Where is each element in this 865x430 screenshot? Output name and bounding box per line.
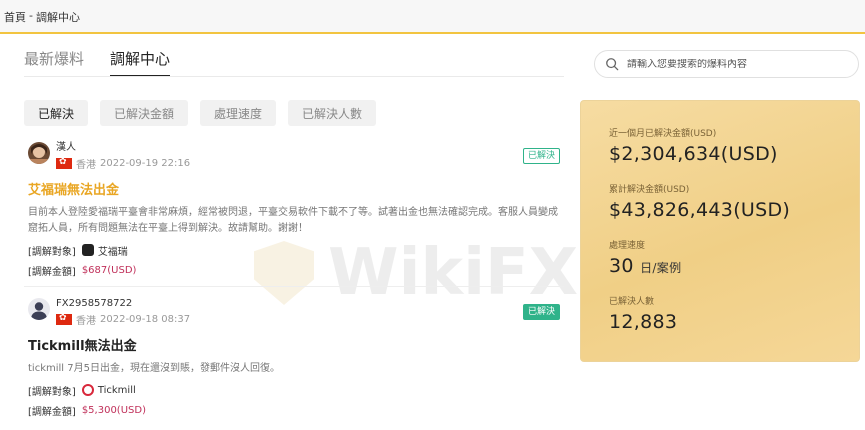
mediation-target-row: [調解對象] Tickmill: [28, 383, 560, 398]
status-badge: 已解決: [522, 148, 560, 164]
stat-resolved-people: 已解決人數 12,883: [609, 297, 677, 333]
complaint-card[interactable]: FX2958578722 香港 2022-09-18 08:37 已解決 Tic…: [28, 298, 560, 418]
search-input[interactable]: [627, 58, 847, 70]
stat-people-value: 12,883: [609, 311, 678, 333]
mediation-amount-value: $5,300(USD): [81, 404, 146, 416]
post-user-meta: 漢人 香港 2022-09-19 22:16: [56, 142, 190, 171]
breadcrumb: 首頁 - 調解中心: [4, 9, 80, 25]
post-body: 目前本人登陸愛福瑞平臺會非常麻煩，經常被閃退，平臺交易軟件下載不了等。試著出金也…: [28, 207, 558, 234]
mediation-target-label: [調解對象]: [28, 386, 76, 398]
post-username[interactable]: FX2958578722: [56, 298, 190, 310]
stat-month-value-row: $2,304,634(USD): [609, 143, 778, 165]
stats-card: 近一個月已解決金額(USD) $2,304,634(USD) 累計解決金額(US…: [580, 100, 860, 362]
tabs-divider: [24, 76, 564, 77]
stat-total-value-row: $43,826,443(USD): [609, 199, 790, 221]
status-badge: 已解決: [522, 304, 560, 320]
mediation-target-label: [調解對象]: [28, 246, 76, 258]
post-location-row: 香港 2022-09-18 08:37: [56, 312, 190, 327]
broker-logo-icon: [81, 384, 94, 396]
mediation-amount-value: $687(USD): [81, 264, 137, 276]
post-region: 香港: [76, 160, 96, 171]
post-user-meta: FX2958578722 香港 2022-09-18 08:37: [56, 298, 190, 327]
stat-people-label: 已解決人數: [609, 297, 655, 307]
post-datetime: 2022-09-19 22:16: [100, 158, 191, 169]
stat-month-value: $2,304,634: [609, 143, 721, 165]
tab-latest-reports[interactable]: 最新爆料: [24, 48, 84, 77]
stat-total-resolved: 累計解決金額(USD) $43,826,443(USD): [609, 185, 790, 221]
broker-logo-icon: [81, 244, 94, 256]
post-user-row: FX2958578722 香港 2022-09-18 08:37: [28, 298, 560, 327]
stat-processing-speed: 處理速度 30 日/案例: [609, 241, 681, 279]
filter-processing-speed[interactable]: 處理速度: [200, 100, 277, 126]
mediation-target-broker[interactable]: Tickmill: [98, 385, 136, 396]
breadcrumb-home-link[interactable]: 首頁: [4, 9, 26, 25]
stat-month-label: 近一個月已解決金額(USD): [609, 129, 717, 139]
main-tabs: 最新爆料 調解中心: [24, 48, 171, 77]
mediation-amount-label: [調解金額]: [28, 266, 76, 278]
stat-speed-value: 30: [609, 255, 634, 277]
post-username[interactable]: 漢人: [56, 142, 190, 154]
breadcrumb-current: 調解中心: [35, 11, 80, 24]
avatar[interactable]: [28, 298, 50, 320]
filter-resolved-amount[interactable]: 已解決金額: [100, 100, 189, 126]
filter-resolved[interactable]: 已解決: [24, 100, 89, 126]
mediation-target-row: [調解對象] 艾福瑞: [28, 243, 560, 258]
top-bar: 首頁 - 調解中心: [0, 0, 865, 34]
complaint-card[interactable]: 漢人 香港 2022-09-19 22:16 已解決 艾福瑞無法出金 目前本人登…: [28, 142, 560, 278]
hong-kong-flag-icon: [56, 312, 72, 325]
mediation-amount-row: [調解金額] $687(USD): [28, 263, 560, 278]
stat-total-label: 累計解決金額(USD): [609, 185, 690, 195]
stat-total-unit: (USD): [733, 199, 791, 221]
filter-resolved-people[interactable]: 已解決人數: [288, 100, 377, 126]
post-title[interactable]: Tickmill無法出金: [28, 339, 560, 355]
post-datetime: 2022-09-18 08:37: [100, 314, 191, 325]
post-title[interactable]: 艾福瑞無法出金: [28, 183, 560, 199]
post-location-row: 香港 2022-09-19 22:16: [56, 156, 190, 171]
search-icon: [606, 58, 619, 71]
mediation-target-broker[interactable]: 艾福瑞: [98, 243, 128, 258]
avatar[interactable]: [28, 142, 50, 164]
tab-mediation-center[interactable]: 調解中心: [110, 48, 171, 77]
stat-speed-value-row: 30 日/案例: [609, 255, 681, 279]
post-user-row: 漢人 香港 2022-09-19 22:16: [28, 142, 560, 171]
breadcrumb-separator: -: [29, 9, 33, 22]
post-region: 香港: [76, 316, 96, 327]
filter-bar: 已解決 已解決金額 處理速度 已解決人數: [24, 100, 377, 126]
post-body: tickmill 7月5日出金，現在還沒到賬，發郵件沒人回復。: [28, 363, 280, 374]
hong-kong-flag-icon: [56, 156, 72, 169]
stat-month-resolved: 近一個月已解決金額(USD) $2,304,634(USD): [609, 129, 778, 165]
mediation-amount-label: [調解金額]: [28, 406, 76, 418]
stat-speed-label: 處理速度: [609, 241, 646, 251]
mediation-amount-row: [調解金額] $5,300(USD): [28, 403, 560, 418]
stat-speed-unit: 日/案例: [640, 261, 682, 275]
stat-total-value: $43,826,443: [609, 199, 734, 221]
post-divider: [24, 286, 564, 287]
search-box[interactable]: [594, 50, 859, 78]
stat-month-unit: (USD): [720, 143, 778, 165]
